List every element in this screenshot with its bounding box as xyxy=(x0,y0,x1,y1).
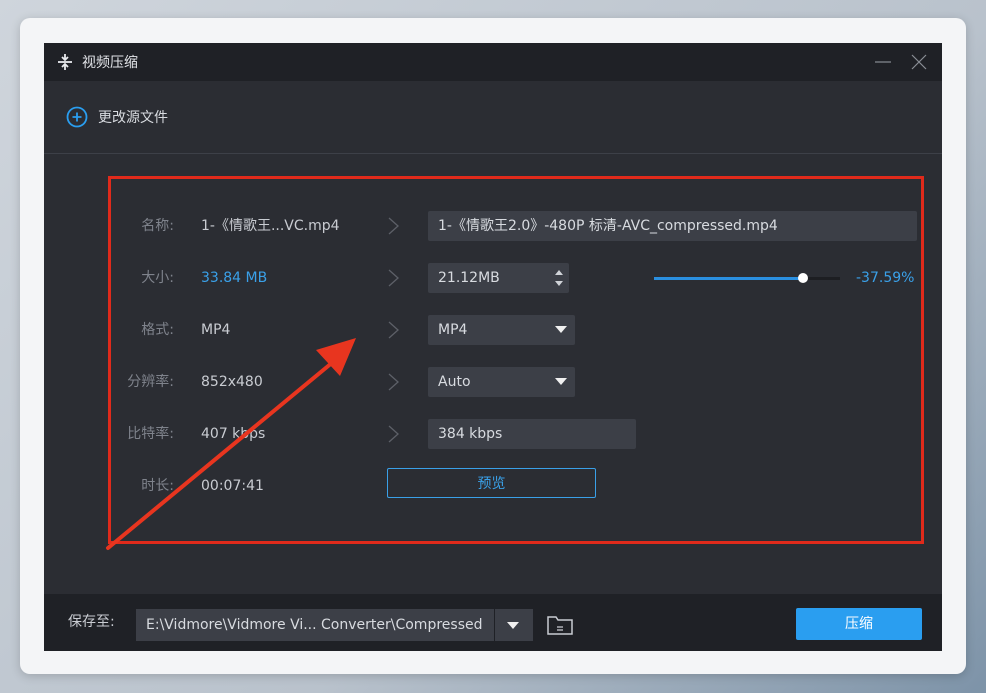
source-bar: 更改源文件 xyxy=(44,81,942,154)
close-button[interactable] xyxy=(906,49,932,75)
compress-icon xyxy=(58,54,72,70)
save-path-dropdown-button[interactable] xyxy=(495,609,533,641)
close-icon xyxy=(911,54,927,70)
dropdown-caret-icon xyxy=(507,622,519,629)
save-path-field[interactable]: E:\Vidmore\Vidmore Vi... Converter\Compr… xyxy=(136,609,494,641)
title-bar: 视频压缩 xyxy=(44,43,942,81)
minimize-icon xyxy=(875,61,891,63)
add-circle-icon xyxy=(66,106,88,128)
save-to-label: 保存至: xyxy=(68,614,115,630)
compress-dialog: 视频压缩 更改源文件 名称: 1-《情歌王...VC.mp4 1-《情歌王2.0… xyxy=(44,43,942,651)
annotation-highlight-box xyxy=(108,176,924,544)
folder-icon[interactable] xyxy=(546,613,574,637)
change-source-button[interactable]: 更改源文件 xyxy=(66,106,168,128)
compress-button[interactable]: 压缩 xyxy=(796,608,922,640)
minimize-button[interactable] xyxy=(870,49,896,75)
window-title: 视频压缩 xyxy=(82,55,138,71)
bottom-bar: 保存至: E:\Vidmore\Vidmore Vi... Converter\… xyxy=(44,594,942,651)
change-source-label: 更改源文件 xyxy=(98,110,168,126)
